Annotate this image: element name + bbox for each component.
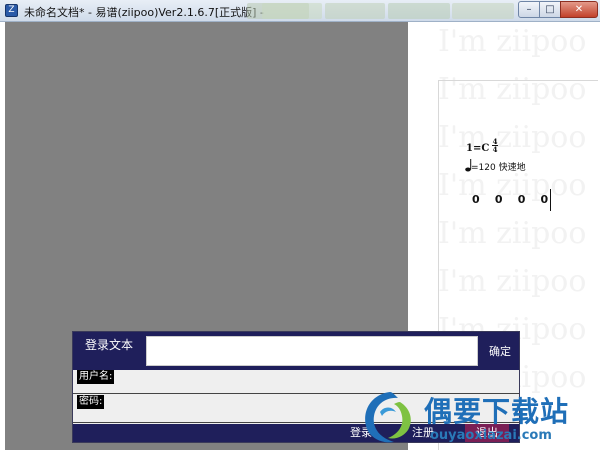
tempo-marking[interactable]: =120 快速地 [471, 160, 526, 173]
barline [550, 189, 551, 211]
maximize-button[interactable]: □ [539, 1, 561, 18]
window-title: 未命名文档* - 易谱(ziipoo)Ver2.1.6.7[正式版] - [24, 6, 264, 19]
login-header: 登录文本 确定 [73, 332, 519, 370]
login-dialog: 登录文本 确定 用户名: 密码: 登录 注册 退出 [72, 331, 520, 443]
note[interactable]: 0 [495, 193, 514, 206]
username-label: 用户名: [77, 370, 115, 384]
time-signature-bottom: 4 [492, 145, 498, 154]
username-input[interactable] [117, 372, 513, 390]
login-footer: 登录 注册 退出 [73, 424, 519, 442]
login-title: 登录文本 [85, 338, 134, 352]
time-signature[interactable]: 4 4 [492, 138, 498, 153]
login-text-field[interactable] [146, 336, 478, 366]
login-button[interactable]: 登录 [341, 424, 381, 442]
background-taskbar-ghost [452, 3, 514, 19]
watermark-text: I'm ziipoo [438, 24, 587, 59]
note[interactable]: 0 [518, 193, 537, 206]
username-row: 用户名: [73, 370, 519, 394]
background-taskbar-ghost [325, 3, 385, 19]
register-button[interactable]: 注册 [403, 424, 443, 442]
password-row: 密码: [73, 395, 519, 423]
password-input[interactable] [117, 397, 513, 415]
title-bar: Z 未命名文档* - 易谱(ziipoo)Ver2.1.6.7[正式版] - –… [0, 0, 600, 22]
note-row[interactable]: 0 0 0 0 [472, 193, 560, 206]
app-icon: Z [5, 4, 18, 17]
close-button[interactable]: ✕ [560, 1, 598, 18]
confirm-button[interactable]: 确定 [482, 342, 518, 362]
minimize-button[interactable]: – [518, 1, 540, 18]
background-taskbar-ghost [388, 3, 450, 19]
exit-button[interactable]: 退出 [465, 424, 509, 442]
note[interactable]: 0 [472, 193, 491, 206]
key-signature[interactable]: 1=C [466, 143, 489, 154]
background-taskbar-ghost [262, 3, 322, 19]
password-label: 密码: [77, 395, 105, 409]
